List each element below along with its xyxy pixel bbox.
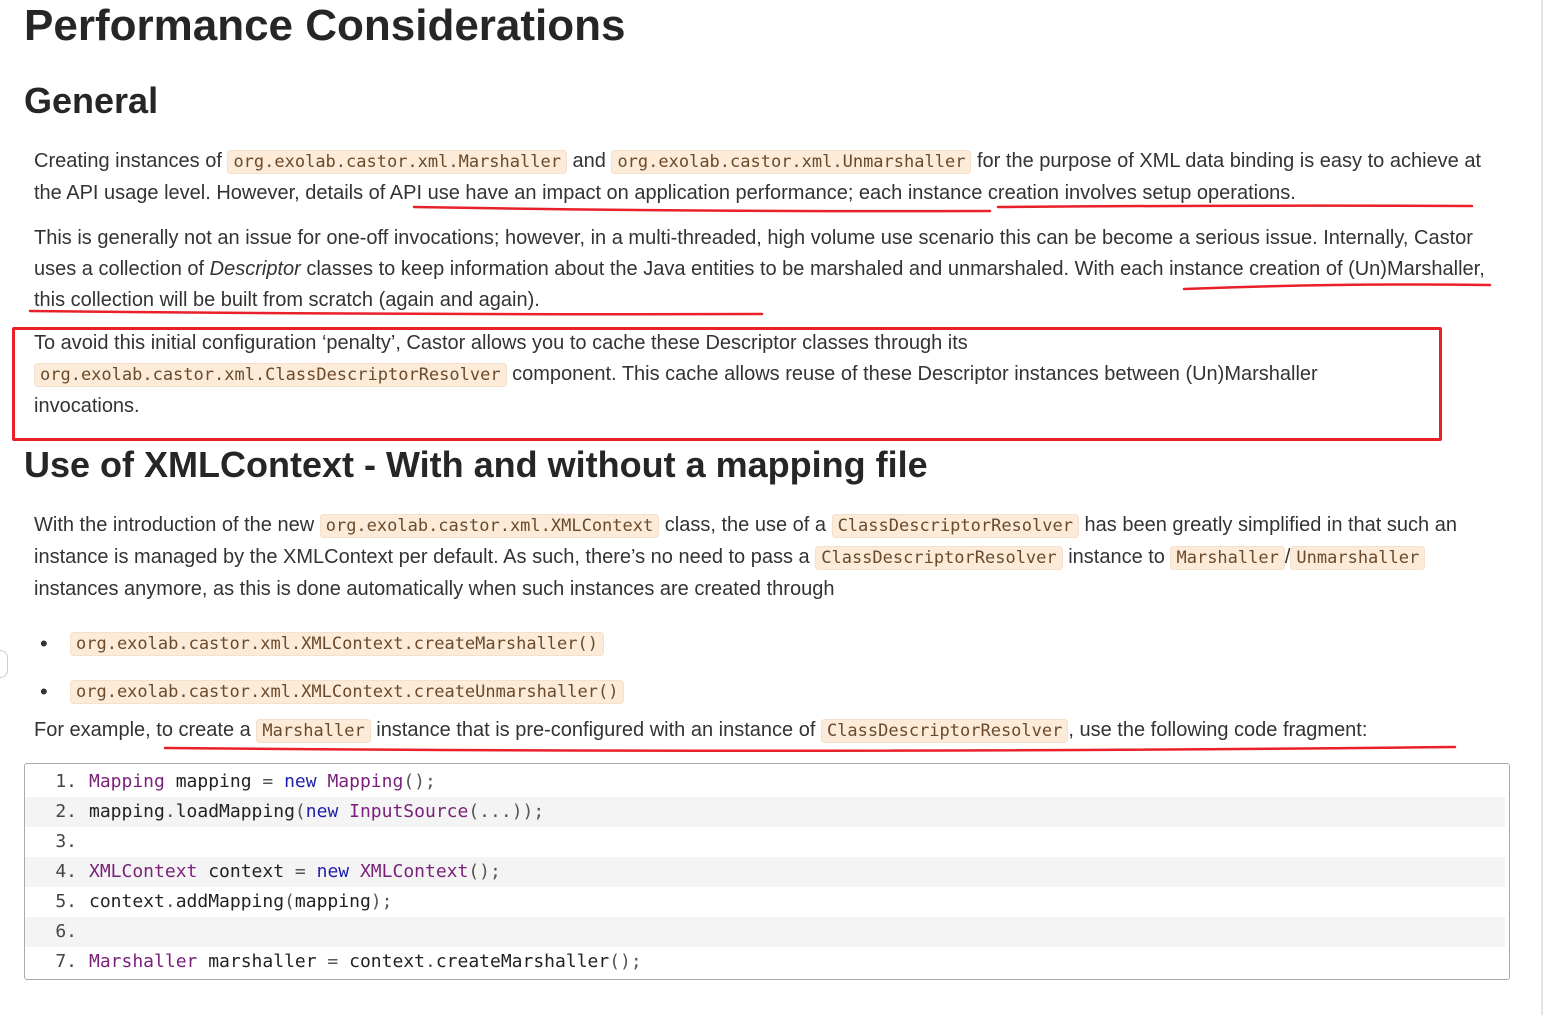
code-token: context [197,861,295,882]
text: For example, to create a [34,719,257,741]
text: Creating instances of [34,150,228,172]
bullet-icon: • [40,631,48,656]
line-number: 1. [55,771,77,792]
code-token: XMLContext [89,861,198,882]
code-line: 7. Marshaller marshaller = context.create… [25,947,1505,977]
side-handle[interactable] [0,650,8,678]
section-heading-general: General [24,80,159,121]
code-token: = [294,861,306,882]
code-token: Mapping [89,771,165,792]
code-token: context [338,951,425,972]
code-line: 6. [25,917,1505,947]
code-token: mapping [294,891,371,912]
code-token: = [262,771,274,792]
code-token: ( [284,891,295,912]
text: instance that is pre-configured with an … [370,719,821,741]
inline-code-create-unmarshaller: org.exolab.castor.xml.XMLContext.createU… [70,680,625,704]
code-token: . [164,891,176,912]
code-token: Marshaller [89,951,198,972]
inline-code-marshaller: org.exolab.castor.xml.Marshaller [227,150,567,174]
inline-code-unmarshaller: org.exolab.castor.xml.Unmarshaller [611,150,972,174]
inline-code-unmarshaller: Unmarshaller [1290,546,1426,570]
code-line: 5. context.addMapping(mapping); [25,887,1505,917]
code-token: XMLContext [359,861,469,882]
line-number: 5. [55,891,77,912]
code-token: . [164,801,176,822]
text: instance to [1062,546,1171,568]
bullet-icon: • [40,679,48,704]
line-number: 6. [55,921,77,942]
list-item: • org.exolab.castor.xml.XMLContext.create… [34,620,624,668]
code-token: mapping [164,771,263,792]
inline-code-marshaller: Marshaller [1170,546,1285,570]
code-line: 3. [25,827,1505,857]
bullet-list: • org.exolab.castor.xml.XMLContext.create… [34,620,625,716]
code-token: (); [468,861,501,882]
line-number: 4. [55,861,77,882]
code-line: 4. XMLContext context = new XMLContext(); [25,857,1505,887]
code-token: mapping [89,801,165,822]
code-token: (); [609,951,642,972]
code-token: InputSource [349,801,469,822]
code-token: new [284,771,317,792]
text: , use the following code fragment: [1068,719,1368,741]
inline-code-class-descriptor-resolver: ClassDescriptorResolver [815,546,1063,570]
code-token: Mapping [327,771,404,792]
code-token: = [327,951,339,972]
code-token: ( [294,801,306,822]
code-token: new [305,801,339,822]
code-block: 1. Mapping mapping = new Mapping(); 2. mapp… [24,763,1510,980]
paragraph-for-example: For example, to create a Marshaller inst… [34,715,1504,747]
code-token: context [89,891,165,912]
paragraph-xmlcontext-intro: With the introduction of the new org.exo… [34,510,1504,605]
code-token: createMarshaller [435,951,610,972]
list-item: • org.exolab.castor.xml.XMLContext.create… [34,668,625,716]
code-token: . [424,951,436,972]
underline-code-fragment [163,745,1457,753]
line-number: 3. [55,831,77,852]
code-line: 1. Mapping mapping = new Mapping(); [25,767,1505,797]
paragraph-creating-instances: Creating instances of org.exolab.castor.… [34,146,1504,209]
annotation-highlight-box [12,327,1442,441]
code-line: 2. mapping.loadMapping(new InputSource(..… [25,797,1505,827]
inline-code-class-descriptor-resolver: ClassDescriptorResolver [820,719,1069,743]
code-token: marshaller [197,951,328,972]
code-token: (); [403,771,436,792]
text: With the introduction of the new [34,514,320,536]
text: and [566,150,612,172]
text: instances anymore, as this is done autom… [34,578,835,600]
inline-code-class-descriptor-resolver: ClassDescriptorResolver [831,514,1079,538]
inline-code-xmlcontext: org.exolab.castor.xml.XMLContext [319,514,660,538]
page-title: Performance Considerations [24,1,626,50]
paragraph-one-off-invocations: This is generally not an issue for one-o… [34,223,1504,316]
line-number: 7. [55,951,77,972]
inline-code-create-marshaller: org.exolab.castor.xml.XMLContext.createM… [70,632,604,656]
code-token: ); [370,891,393,912]
text: class, the use of a [659,514,832,536]
inline-code-marshaller: Marshaller [256,719,371,743]
line-number: 2. [55,801,77,822]
emphasis-descriptor: Descriptor [209,258,301,280]
section-heading-xmlcontext: Use of XMLContext - With and without a m… [24,444,928,485]
code-token: new [316,861,350,882]
code-token: loadMapping [175,801,295,822]
code-token: (...)); [468,801,545,822]
code-token: addMapping [175,891,285,912]
